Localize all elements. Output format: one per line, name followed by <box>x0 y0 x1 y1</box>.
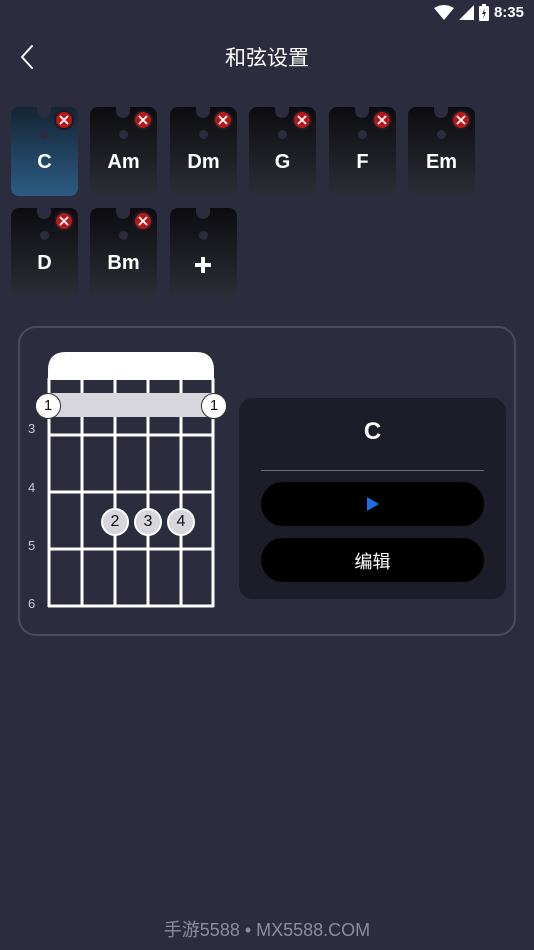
tile-notch <box>37 103 51 118</box>
delete-chord-button[interactable] <box>133 211 153 231</box>
delete-chord-button[interactable] <box>133 110 153 130</box>
finger-marker: 4 <box>167 508 195 536</box>
card-chord-name: C <box>363 418 382 445</box>
fret-number: 3 <box>28 421 36 436</box>
finger-marker: 2 <box>101 508 129 536</box>
chord-label: Am <box>107 151 140 173</box>
chord-tile[interactable]: Bm <box>90 204 157 297</box>
tile-peg <box>40 130 49 139</box>
play-icon <box>367 497 379 511</box>
barre-finger-left: 1 <box>35 393 61 419</box>
tile-notch <box>355 103 369 118</box>
add-chord-button[interactable] <box>170 204 237 297</box>
tile-notch <box>275 103 289 118</box>
close-icon <box>218 115 228 125</box>
tile-peg <box>119 130 128 139</box>
tile-peg <box>437 130 446 139</box>
edit-button[interactable]: 编辑 <box>261 538 484 582</box>
edit-button-label: 编辑 <box>354 552 391 573</box>
finger-marker: 3 <box>134 508 162 536</box>
wifi-icon <box>433 4 454 20</box>
close-icon <box>138 216 148 226</box>
tile-peg <box>278 130 287 139</box>
fret-number: 4 <box>28 480 36 495</box>
delete-chord-button[interactable] <box>292 110 312 130</box>
tile-notch <box>434 103 448 118</box>
chord-label: C <box>37 151 52 173</box>
chord-tile[interactable]: G <box>249 103 316 196</box>
chord-card: C 编辑 <box>239 398 506 599</box>
close-icon <box>59 216 69 226</box>
barre-finger-right: 1 <box>201 393 227 419</box>
close-icon <box>138 115 148 125</box>
chord-tile[interactable]: Em <box>408 103 475 196</box>
chord-label: G <box>274 151 291 173</box>
play-button[interactable] <box>261 482 484 526</box>
tile-peg <box>358 130 367 139</box>
header: 和弦设置 <box>0 28 534 86</box>
tile-notch <box>196 204 210 219</box>
chord-label: Em <box>425 151 458 173</box>
delete-chord-button[interactable] <box>54 211 74 231</box>
status-icons: 8:35 <box>433 4 524 21</box>
chord-tile[interactable]: C <box>11 103 78 196</box>
fret-number: 6 <box>28 596 36 611</box>
delete-chord-button[interactable] <box>372 110 392 130</box>
plus-icon <box>195 257 211 273</box>
watermark: 手游5588 • MX5588.COM <box>163 920 371 940</box>
tile-notch <box>116 204 130 219</box>
close-icon <box>377 115 387 125</box>
tile-peg <box>40 231 49 240</box>
status-time: 8:35 <box>493 4 524 21</box>
tile-notch <box>37 204 51 219</box>
chord-tile[interactable]: Dm <box>170 103 237 196</box>
chord-label: F <box>356 151 369 173</box>
divider <box>261 470 484 471</box>
fret-number: 5 <box>28 538 36 553</box>
close-icon <box>297 115 307 125</box>
chord-label: Dm <box>187 151 220 173</box>
delete-chord-button[interactable] <box>54 110 74 130</box>
chord-tile[interactable]: Am <box>90 103 157 196</box>
chord-label: Bm <box>107 252 140 274</box>
tile-peg <box>119 231 128 240</box>
close-icon <box>456 115 466 125</box>
delete-chord-button[interactable] <box>213 110 233 130</box>
delete-chord-button[interactable] <box>451 110 471 130</box>
tile-notch <box>116 103 130 118</box>
chord-tile[interactable]: F <box>329 103 396 196</box>
page-title: 和弦设置 <box>225 46 309 70</box>
tile-peg <box>199 130 208 139</box>
tile-peg <box>199 231 208 240</box>
close-icon <box>59 115 69 125</box>
status-bar: 8:35 <box>0 0 534 28</box>
cellular-signal-icon <box>458 5 474 20</box>
chord-tile[interactable]: D <box>11 204 78 297</box>
chord-label: D <box>37 252 52 274</box>
battery-icon <box>478 4 489 21</box>
tile-notch <box>196 103 210 118</box>
